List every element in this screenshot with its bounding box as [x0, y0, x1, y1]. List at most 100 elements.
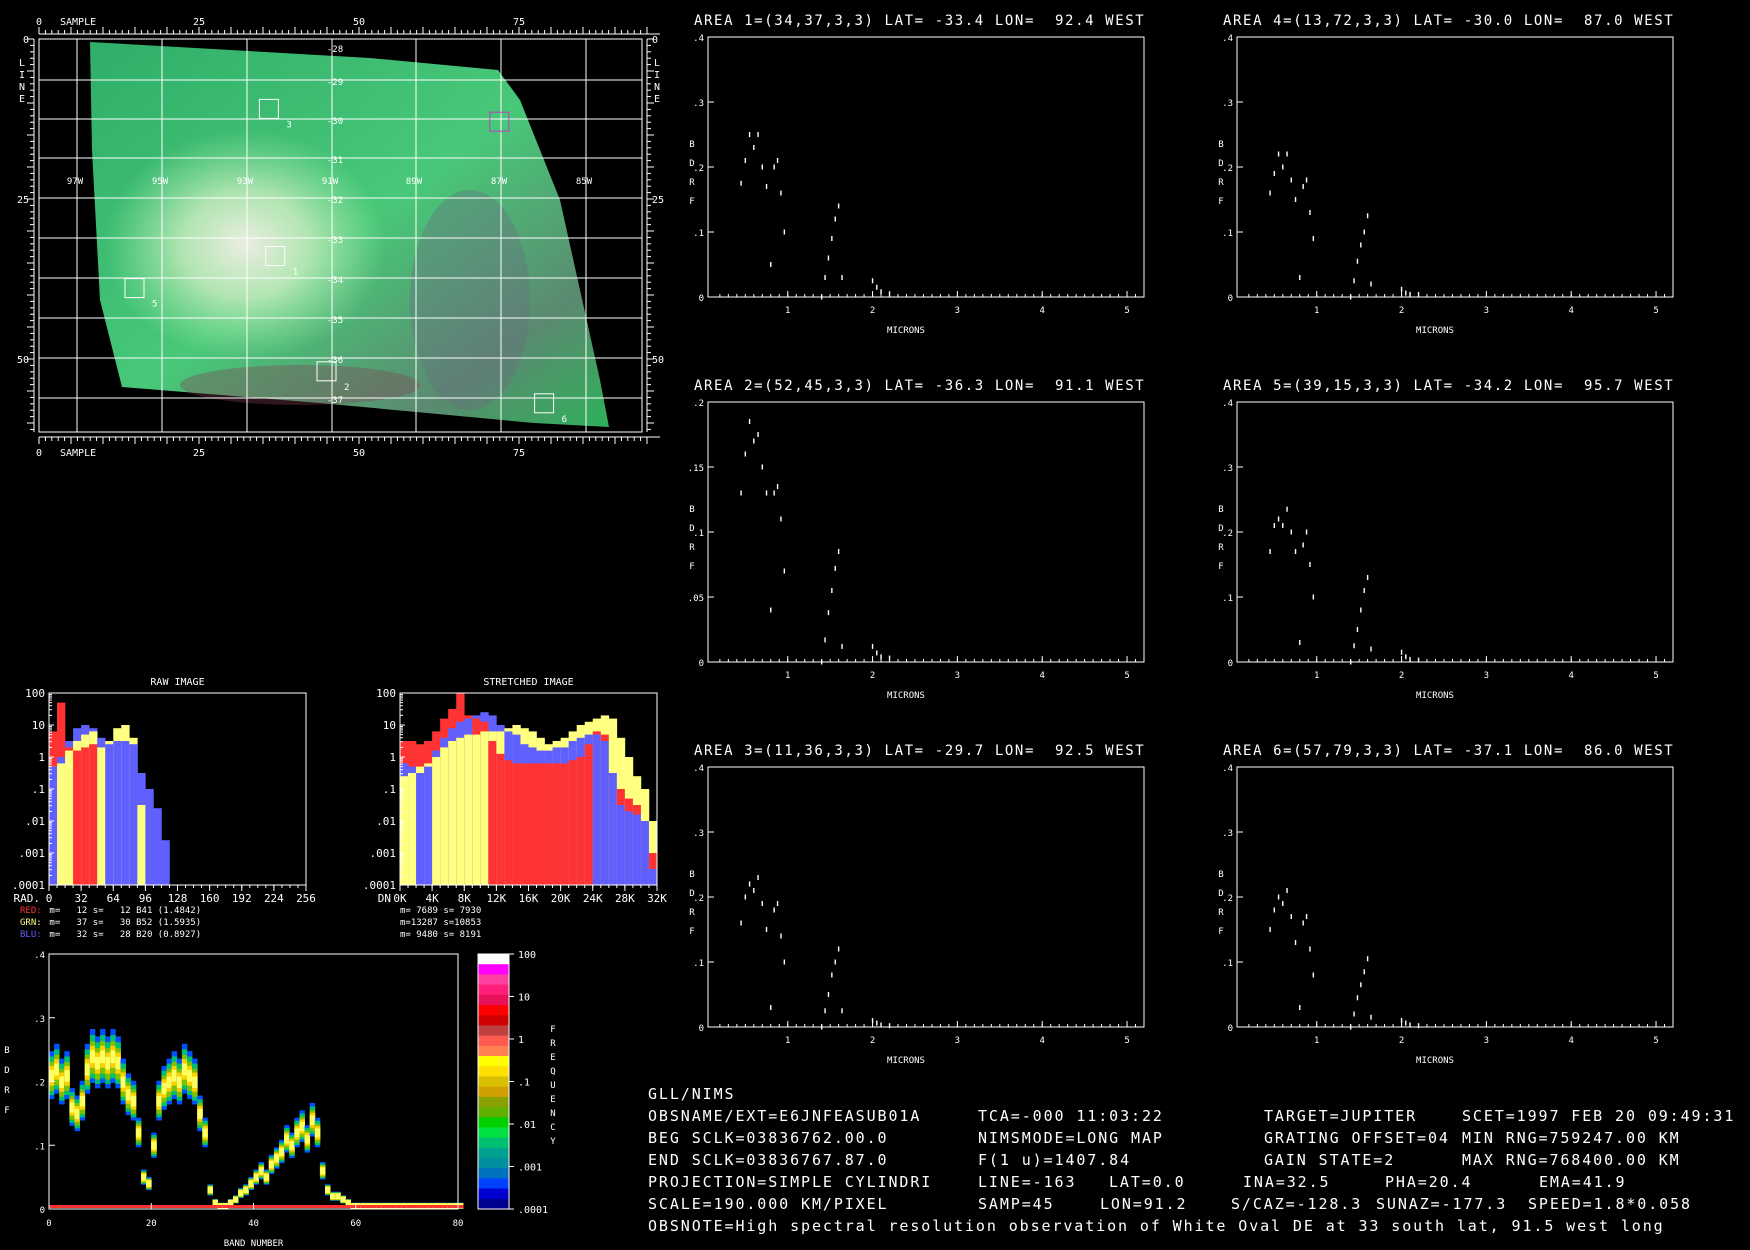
band-density	[110, 1050, 116, 1064]
sample-tick-label: 25	[193, 17, 205, 28]
band-density-base	[340, 1205, 346, 1208]
band-density-base	[227, 1205, 234, 1208]
y-tick-label: .4	[1222, 764, 1233, 774]
info-field: END SCLK=03836767.87.0	[648, 1151, 888, 1169]
spectrum-point	[753, 888, 755, 893]
spectrum-point	[834, 216, 836, 222]
spectrum-point	[1294, 549, 1297, 554]
histogram-bar-blue	[105, 744, 114, 885]
band-density	[340, 1196, 346, 1203]
spectrum-point	[1282, 523, 1284, 528]
dark-band	[410, 190, 530, 410]
band-density	[197, 1108, 203, 1119]
spectrum-point	[1273, 523, 1276, 528]
y-axis-label: D	[689, 159, 694, 169]
spectrum-point	[871, 1018, 874, 1023]
x-tick-label: 5	[1653, 306, 1658, 316]
colorbar-label: E	[550, 1095, 555, 1105]
band-density-base	[54, 1205, 60, 1208]
band-density	[304, 1134, 311, 1144]
plot-frame	[1236, 36, 1674, 298]
spectrum-point	[1370, 281, 1372, 287]
longitude-label: 89W	[406, 177, 423, 187]
band-density	[166, 1076, 172, 1088]
spectrum-point	[827, 255, 830, 261]
band-density-base	[207, 1205, 213, 1208]
y-tick-label: .1	[32, 783, 45, 796]
band-density-base	[243, 1205, 249, 1208]
colorbar-swatch	[478, 974, 509, 986]
y-tick-label: .3	[693, 829, 704, 839]
histogram-bar-blue	[640, 821, 650, 885]
info-field: PROJECTION=SIMPLE CYLINDRI	[648, 1173, 932, 1191]
spectrum-point	[1400, 649, 1403, 655]
spectrum-point	[1305, 914, 1308, 919]
y-tick-label: .001	[19, 847, 46, 860]
x-tick-label: 3	[1484, 671, 1489, 681]
line-axis-label: N	[654, 82, 660, 93]
spectrum-point	[1405, 654, 1407, 660]
band-density-base	[187, 1205, 193, 1208]
band-density-base	[391, 1205, 397, 1208]
band-density-base	[299, 1205, 305, 1208]
y-tick-label: .2	[693, 894, 704, 904]
y-tick-label: .2	[1222, 894, 1233, 904]
band-density-base	[386, 1205, 392, 1208]
histogram-bar-blue	[632, 814, 642, 885]
band-density-base	[84, 1205, 91, 1208]
false-color-image-map[interactable]: -28 -29 -30 -31 -32 -33 -34 -35 -36 -37 97W 95W 93W 9…	[17, 17, 664, 459]
band-density-base	[411, 1205, 418, 1208]
spectrum-point	[1405, 1020, 1407, 1026]
band-density	[243, 1186, 249, 1193]
spectrum-point	[761, 464, 763, 470]
x-axis-label: RAD.	[14, 892, 41, 905]
x-tick-label: 80	[453, 1219, 464, 1229]
spectrum-point	[1302, 184, 1304, 189]
band-density-base	[417, 1205, 423, 1208]
y-axis-label: F	[689, 927, 694, 937]
histogram-bar-red	[81, 747, 90, 885]
longitude-label: 91W	[322, 177, 339, 187]
channel-stats: m= 37 s= 30 B52 (1.5935)	[44, 918, 201, 928]
x-tick-label: 5	[1124, 306, 1129, 316]
y-axis-label: B	[1218, 870, 1223, 880]
y-tick-label: .4	[34, 951, 45, 961]
band-density-base	[319, 1205, 326, 1208]
line-tick-label: 25	[652, 195, 664, 206]
y-tick-label: 10	[383, 719, 396, 732]
latitude-label: -28	[327, 45, 343, 55]
spectrum-point	[1366, 213, 1369, 219]
spectrum-point	[757, 432, 759, 437]
sample-tick-label: 50	[353, 17, 365, 28]
y-axis-label: F	[689, 197, 694, 207]
spectrum-point	[1269, 927, 1271, 932]
band-density	[151, 1141, 157, 1150]
spectrum-point	[841, 275, 843, 280]
band-density	[161, 1082, 167, 1095]
spectrum-point	[831, 236, 833, 241]
spectrum-point	[761, 164, 763, 170]
spectrum-point	[1299, 1005, 1301, 1010]
spectrum-point	[837, 946, 840, 952]
spectrum-point	[783, 568, 786, 574]
x-tick-label: 1	[1314, 306, 1319, 316]
spectrum-point	[1356, 627, 1359, 632]
band-density-base	[350, 1205, 357, 1208]
colorbar-swatch	[478, 1178, 509, 1190]
y-tick-label: 0	[40, 1206, 45, 1216]
band-density-base	[59, 1205, 65, 1208]
y-tick-label: .4	[1222, 399, 1233, 409]
y-tick-label: .4	[693, 764, 704, 774]
spectrum-point	[765, 184, 768, 189]
spectrum-point	[824, 637, 826, 643]
band-density-base	[110, 1205, 116, 1208]
band-density-base	[151, 1205, 157, 1208]
band-density	[120, 1076, 126, 1088]
y-axis-label: R	[1218, 543, 1224, 553]
band-density-base	[69, 1205, 75, 1208]
info-field: S/CAZ=-128.3	[1231, 1195, 1362, 1213]
band-density-base	[381, 1205, 387, 1208]
x-tick-label: 8K	[458, 892, 472, 905]
band-density-base	[406, 1205, 413, 1208]
x-tick-label: 2	[870, 306, 875, 316]
